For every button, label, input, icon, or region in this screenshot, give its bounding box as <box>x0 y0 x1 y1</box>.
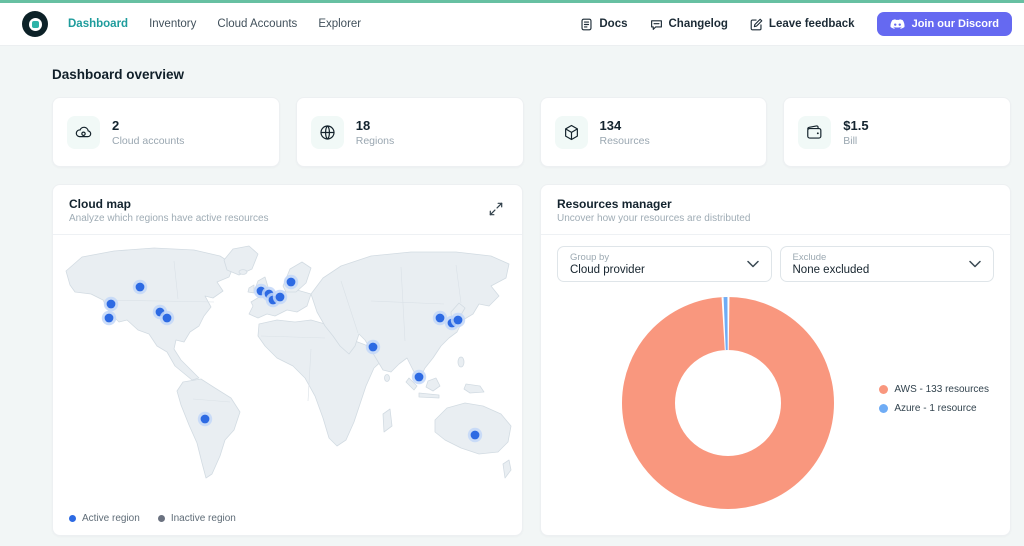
resources-chart-area: AWS - 133 resources Azure - 1 resource <box>541 290 1010 535</box>
globe-icon <box>311 116 344 149</box>
inactive-region-dot <box>158 515 165 522</box>
cloud-icon <box>67 116 100 149</box>
active-region-map-dot[interactable] <box>107 300 116 309</box>
active-region-map-dot[interactable] <box>471 431 480 440</box>
donut-legend-item-aws: AWS - 133 resources <box>879 384 989 395</box>
legend-color-dot <box>879 385 888 394</box>
group-by-texts: Group by Cloud provider <box>570 252 645 277</box>
exclude-label: Exclude <box>793 252 870 263</box>
leave-feedback-button[interactable]: Leave feedback <box>750 18 855 31</box>
stat-texts: 2 Cloud accounts <box>112 118 184 147</box>
docs-icon <box>580 18 593 31</box>
top-navbar: Dashboard Inventory Cloud Accounts Explo… <box>0 3 1024 46</box>
resources-manager-title: Resources manager <box>557 197 750 211</box>
docs-label: Docs <box>599 18 627 30</box>
active-region-map-dot[interactable] <box>201 415 210 424</box>
cloud-map-header-text: Cloud map Analyze which regions have act… <box>69 197 269 225</box>
world-map <box>53 235 522 513</box>
active-region-map-dot[interactable] <box>105 314 114 323</box>
leave-feedback-label: Leave feedback <box>769 18 855 30</box>
changelog-icon <box>650 18 663 31</box>
active-region-map-dot[interactable] <box>136 283 145 292</box>
expand-map-button[interactable] <box>486 199 506 219</box>
logo-core <box>32 21 39 28</box>
navbar-actions: Docs Changelog Leave feedback <box>580 12 1012 36</box>
resources-donut-chart[interactable] <box>617 292 839 514</box>
inactive-region-label: Inactive region <box>171 513 236 524</box>
stat-label: Cloud accounts <box>112 135 184 147</box>
active-region-dot <box>69 515 76 522</box>
cube-icon <box>555 116 588 149</box>
resources-manager-filters: Group by Cloud provider Exclude None exc… <box>557 246 994 282</box>
stat-card-regions: 18 Regions <box>296 97 524 167</box>
logo-ring <box>29 18 42 31</box>
active-region-map-dot[interactable] <box>369 343 378 352</box>
stat-value: $1.5 <box>843 118 868 133</box>
donut-legend: AWS - 133 resources Azure - 1 resource <box>879 384 989 414</box>
stat-texts: 18 Regions <box>356 118 395 147</box>
nav-link-inventory[interactable]: Inventory <box>147 14 198 34</box>
stat-value: 18 <box>356 118 395 133</box>
expand-icon <box>489 202 503 216</box>
cloud-map-panel: Cloud map Analyze which regions have act… <box>52 184 523 536</box>
docs-button[interactable]: Docs <box>580 18 627 31</box>
active-region-map-dot[interactable] <box>415 373 424 382</box>
join-discord-button[interactable]: Join our Discord <box>877 12 1012 36</box>
stat-texts: $1.5 Bill <box>843 118 868 147</box>
donut-legend-item-azure: Azure - 1 resource <box>879 403 989 414</box>
legend-color-dot <box>879 404 888 413</box>
stat-value: 2 <box>112 118 184 133</box>
active-region-map-dot[interactable] <box>163 314 172 323</box>
changelog-label: Changelog <box>669 18 728 30</box>
group-by-label: Group by <box>570 252 645 263</box>
stat-card-bill: $1.5 Bill <box>783 97 1011 167</box>
nav-link-explorer[interactable]: Explorer <box>316 14 363 34</box>
changelog-button[interactable]: Changelog <box>650 18 728 31</box>
exclude-value: None excluded <box>793 264 870 277</box>
komiser-logo[interactable] <box>22 11 48 37</box>
stat-label: Regions <box>356 135 395 147</box>
active-region-map-dot[interactable] <box>436 314 445 323</box>
chevron-down-icon <box>969 260 981 268</box>
stats-row: 2 Cloud accounts 18 Regions <box>52 97 1011 167</box>
legend-label: Azure - 1 resource <box>894 403 976 414</box>
page-title: Dashboard overview <box>52 67 1011 82</box>
exclude-select[interactable]: Exclude None excluded <box>780 246 995 282</box>
legend-label: AWS - 133 resources <box>894 384 989 395</box>
legend-active-region: Active region <box>69 513 140 524</box>
group-by-value: Cloud provider <box>570 264 645 277</box>
active-region-map-dot[interactable] <box>454 316 463 325</box>
group-by-select[interactable]: Group by Cloud provider <box>557 246 772 282</box>
cloud-map-title: Cloud map <box>69 197 269 211</box>
chevron-down-icon <box>747 260 759 268</box>
main-row: Cloud map Analyze which regions have act… <box>52 184 1011 536</box>
cloud-map-subtitle: Analyze which regions have active resour… <box>69 213 269 225</box>
feedback-icon <box>750 18 763 31</box>
resources-manager-panel: Resources manager Uncover how your resou… <box>540 184 1011 536</box>
stat-card-cloud-accounts: 2 Cloud accounts <box>52 97 280 167</box>
active-region-map-dot[interactable] <box>276 293 285 302</box>
dashboard-page: Dashboard overview 2 Cloud accounts <box>0 67 1024 546</box>
nav-link-dashboard[interactable]: Dashboard <box>66 14 130 34</box>
stat-label: Bill <box>843 135 868 147</box>
resources-manager-subtitle: Uncover how your resources are distribut… <box>557 213 750 225</box>
exclude-texts: Exclude None excluded <box>793 252 870 277</box>
join-discord-label: Join our Discord <box>912 18 999 30</box>
stat-texts: 134 Resources <box>600 118 650 147</box>
discord-icon <box>890 19 905 30</box>
active-region-map-dot[interactable] <box>287 278 296 287</box>
nav-link-cloud-accounts[interactable]: Cloud Accounts <box>215 14 299 34</box>
resources-manager-header-text: Resources manager Uncover how your resou… <box>557 197 750 225</box>
cloud-map-header: Cloud map Analyze which regions have act… <box>53 185 522 235</box>
primary-nav: Dashboard Inventory Cloud Accounts Explo… <box>66 14 363 34</box>
active-region-label: Active region <box>82 513 140 524</box>
stat-label: Resources <box>600 135 650 147</box>
wallet-icon <box>798 116 831 149</box>
stat-value: 134 <box>600 118 650 133</box>
map-legend: Active region Inactive region <box>53 513 522 535</box>
stat-card-resources: 134 Resources <box>540 97 768 167</box>
legend-inactive-region: Inactive region <box>158 513 236 524</box>
resources-manager-header: Resources manager Uncover how your resou… <box>541 185 1010 235</box>
